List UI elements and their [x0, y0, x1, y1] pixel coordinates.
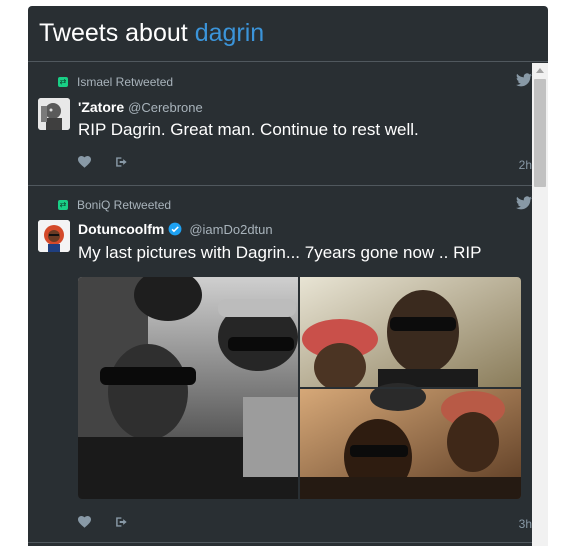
share-icon[interactable] [115, 516, 129, 528]
tweet-item[interactable]: ⇄ Ismael Retweeted 'Zatore @Cerebrone RI… [28, 63, 532, 186]
tweet-text: My last pictures with Dagrin... 7years g… [78, 243, 482, 262]
retweet-context: ⇄ Ismael Retweeted [58, 75, 173, 89]
media-photo-1 [78, 277, 298, 499]
tweet-feed[interactable]: ⇄ Ismael Retweeted 'Zatore @Cerebrone RI… [28, 63, 532, 546]
like-heart-icon[interactable] [78, 156, 91, 168]
header-query-link[interactable]: dagrin [195, 19, 265, 48]
tweet-timestamp[interactable]: 2h [519, 158, 532, 172]
retweeted-by[interactable]: Ismael Retweeted [77, 75, 173, 89]
verified-badge-icon [168, 222, 182, 236]
twitter-bird-icon[interactable] [516, 196, 532, 215]
tweet-text: RIP Dagrin. Great man. Continue to rest … [78, 120, 419, 139]
author-handle[interactable]: @iamDo2dtun [189, 222, 272, 237]
media-photo-2 [300, 277, 521, 391]
share-icon[interactable] [115, 156, 129, 168]
tweet-actions [78, 156, 153, 168]
tweet-media-grid[interactable] [78, 277, 521, 499]
media-photo-3 [300, 383, 521, 499]
scrollbar-thumb[interactable] [534, 79, 546, 187]
retweet-context: ⇄ BoniQ Retweeted [58, 198, 171, 212]
author-name[interactable]: Dotuncoolfm [78, 221, 164, 237]
author-name[interactable]: 'Zatore [78, 99, 124, 115]
retweeted-by[interactable]: BoniQ Retweeted [77, 198, 171, 212]
avatar[interactable] [38, 98, 70, 130]
scroll-up-arrow-icon[interactable] [536, 68, 544, 73]
author-line: 'Zatore @Cerebrone [78, 99, 203, 115]
twitter-bird-icon[interactable] [516, 73, 532, 92]
timeline-header: Tweets about dagrin [28, 6, 548, 62]
author-handle[interactable]: @Cerebrone [128, 100, 203, 115]
tweet-item[interactable]: ⇄ BoniQ Retweeted Dotuncoolfm @iamDo2dtu… [28, 186, 532, 543]
twitter-timeline-widget: Tweets about dagrin ⇄ Ismael Retweeted '… [28, 6, 548, 546]
like-heart-icon[interactable] [78, 516, 91, 528]
tweet-actions [78, 516, 153, 528]
feed-scrollbar[interactable] [532, 63, 548, 546]
header-title: Tweets about [39, 19, 188, 47]
retweet-icon: ⇄ [58, 200, 68, 210]
tweet-timestamp[interactable]: 3h [519, 517, 532, 531]
retweet-icon: ⇄ [58, 77, 68, 87]
avatar[interactable] [38, 220, 70, 252]
author-line: Dotuncoolfm @iamDo2dtun [78, 221, 273, 237]
